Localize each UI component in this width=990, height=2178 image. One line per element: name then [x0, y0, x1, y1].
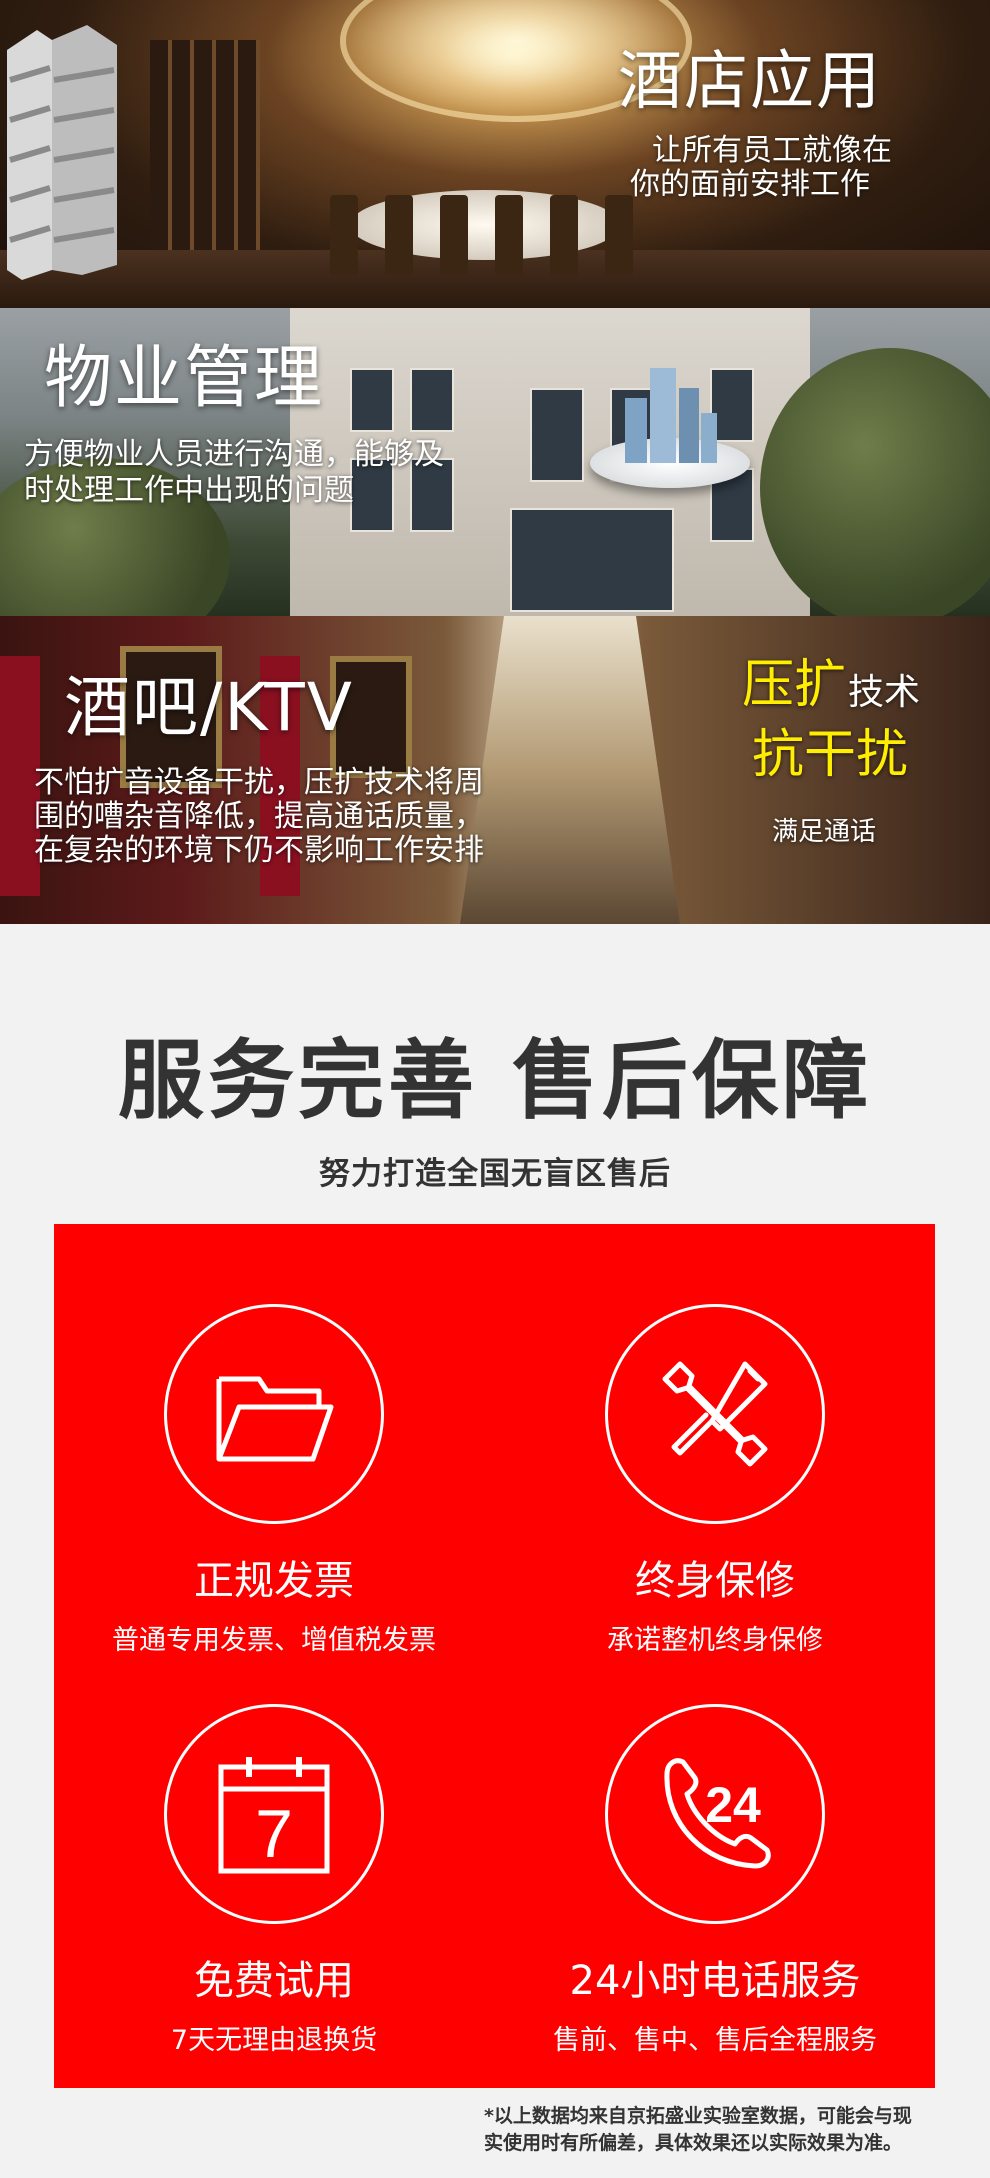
folder-icon — [216, 1376, 334, 1462]
ktv-tag-satisfy: 满足通话 — [772, 817, 877, 847]
ktv-banner: 酒吧/KTV 不怕扩音设备干扰，压扩技术将周 围的嘈杂音降低，提高通话质量， 在… — [0, 616, 990, 924]
service-subheading: 努力打造全国无盲区售后 — [319, 1156, 671, 1192]
ktv-desc-line-2: 围的嘈杂音降低，提高通话质量， — [34, 799, 484, 834]
footnote-line-2: 实使用时有所偏差，具体效果还以实际效果为准。 — [484, 2131, 903, 2154]
calendar-day-number: 7 — [255, 1796, 293, 1872]
feature-desc: 普通专用发票、增值税发票 — [112, 1625, 436, 1656]
feature-desc: 7天无理由退换货 — [170, 2025, 378, 2056]
ktv-title: 酒吧/KTV — [64, 669, 354, 746]
feature-icon-circle: 7 — [164, 1704, 384, 1924]
property-banner: 物业管理 方便物业人员进行沟通，能够及 时处理工作中出现的问题 — [0, 308, 990, 616]
ktv-desc-line-3: 在复杂的环境下仍不影响工作安排 — [34, 833, 484, 868]
calendar-icon: 7 — [218, 1757, 330, 1874]
window-image — [350, 368, 394, 432]
feature-phone-service: 24 24小时电话服务 售前、售中、售后全程服务 — [495, 1704, 935, 2057]
chair-image — [550, 195, 578, 275]
building-model-icon — [625, 368, 717, 463]
service-feature-panel: 正规发票 普通专用发票、增值税发票 终身保修 承诺整机终身保修 7 免费试用 7… — [54, 1224, 935, 2088]
feature-warranty: 终身保修 承诺整机终身保修 — [495, 1304, 935, 1657]
feature-desc: 承诺整机终身保修 — [607, 1625, 823, 1656]
skyscraper-logo-icon — [7, 25, 117, 280]
service-heading: 服务完善 售后保障 — [118, 1031, 872, 1131]
ktv-tag-rest: 技术 — [848, 672, 921, 713]
property-title: 物业管理 — [44, 339, 325, 418]
chair-image — [440, 195, 468, 275]
chair-image — [330, 195, 358, 275]
property-desc-line-1: 方便物业人员进行沟通，能够及 — [24, 437, 444, 472]
ktv-tag-anti-interference: 抗干扰 — [752, 725, 909, 785]
window-image — [410, 368, 454, 432]
window-image — [510, 508, 674, 612]
corridor-image — [460, 616, 680, 924]
footnote: *以上数据均来自京拓盛业实验室数据，可能会与现 实使用时有所偏差，具体效果还以实… — [484, 2103, 984, 2156]
feature-invoice: 正规发票 普通专用发票、增值税发票 — [54, 1304, 494, 1657]
feature-title: 24小时电话服务 — [569, 1958, 861, 2004]
hotel-desc-line-2: 你的面前安排工作 — [630, 167, 870, 202]
feature-icon-circle — [164, 1304, 384, 1524]
ktv-tag-highlight: 压扩 — [742, 655, 847, 715]
hotel-desc-line-1: 让所有员工就像在 — [652, 133, 892, 168]
feature-title: 正规发票 — [194, 1558, 354, 1604]
chair-image — [605, 195, 633, 275]
footnote-line-1: *以上数据均来自京拓盛业实验室数据，可能会与现 — [484, 2105, 912, 2127]
property-desc-line-2: 时处理工作中出现的问题 — [24, 473, 354, 508]
feature-desc: 售前、售中、售后全程服务 — [553, 2025, 877, 2056]
chair-image — [495, 195, 523, 275]
chair-image — [385, 195, 413, 275]
hotel-title: 酒店应用 — [618, 45, 882, 119]
wall-panel-image — [150, 40, 260, 250]
feature-icon-circle — [605, 1304, 825, 1524]
phone-24-icon: 24 — [664, 1758, 771, 1869]
feature-icon-circle: 24 — [605, 1704, 825, 1924]
feature-free-trial: 7 免费试用 7天无理由退换货 — [54, 1704, 494, 2057]
feature-title: 免费试用 — [194, 1958, 354, 2004]
window-image — [530, 388, 584, 482]
feature-title: 终身保修 — [635, 1558, 795, 1604]
phone-hours-number: 24 — [705, 1777, 761, 1833]
hotel-banner: 酒店应用 让所有员工就像在 你的面前安排工作 — [0, 0, 990, 308]
wrench-screwdriver-icon — [662, 1361, 768, 1467]
ktv-desc-line-1: 不怕扩音设备干扰，压扩技术将周 — [34, 765, 484, 800]
